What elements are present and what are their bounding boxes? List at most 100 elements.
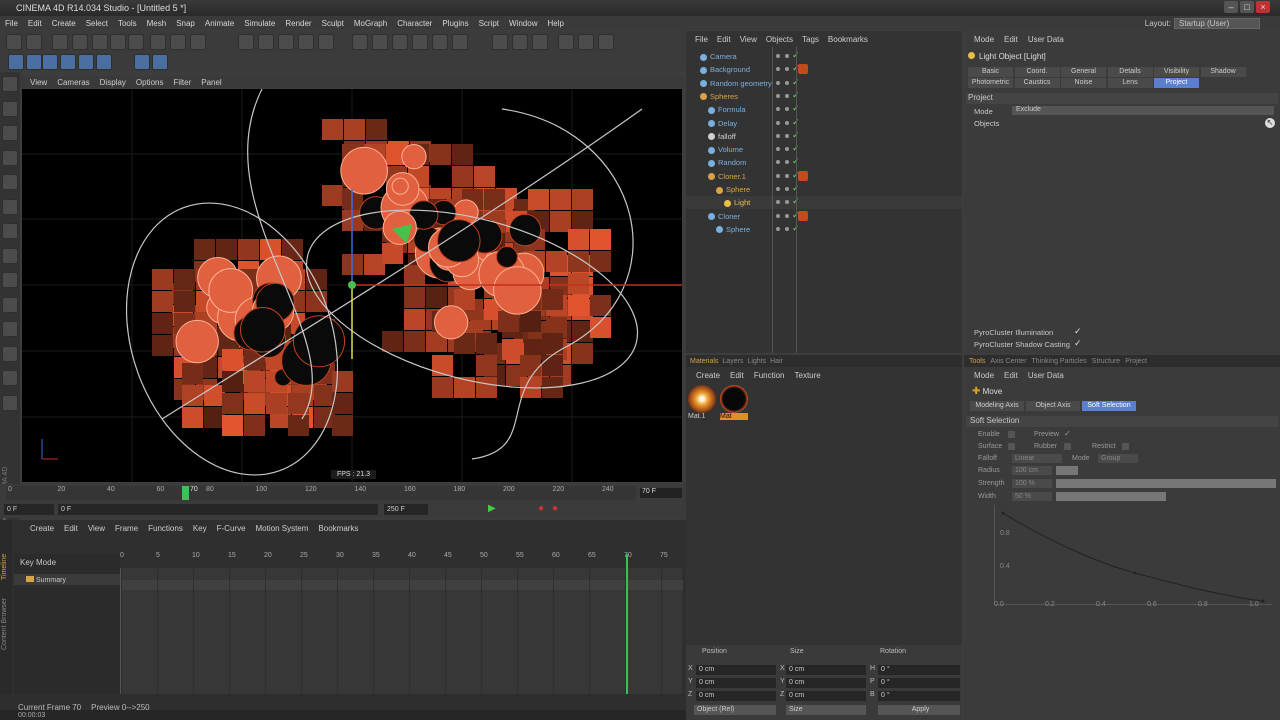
- attr-tab-photometric[interactable]: Photometric: [968, 78, 1013, 88]
- objects-list[interactable]: [1012, 117, 1274, 323]
- viewport-menu-options[interactable]: Options: [136, 78, 164, 87]
- tools-tab-tools[interactable]: Tools: [969, 358, 985, 365]
- toolbar-mode-icon[interactable]: [26, 54, 42, 70]
- render-dot[interactable]: [785, 133, 789, 138]
- material-tag-icon[interactable]: [798, 170, 808, 181]
- toolbar-mode-icon[interactable]: [96, 54, 112, 70]
- toolbar-button-icon[interactable]: [170, 34, 186, 50]
- viewport-menu-display[interactable]: Display: [100, 78, 126, 87]
- visibility-dot[interactable]: [776, 160, 780, 165]
- visibility-dot[interactable]: [776, 54, 780, 58]
- summary-track[interactable]: Summary: [14, 574, 120, 585]
- pyro-illumination-checkbox[interactable]: ✓: [1074, 326, 1082, 337]
- material-tab-hair[interactable]: Hair: [770, 358, 783, 365]
- toolbar-button-icon[interactable]: [558, 34, 574, 50]
- tools-menu-edit[interactable]: Edit: [1004, 371, 1018, 380]
- render-dot[interactable]: [785, 80, 789, 85]
- toolbar-button-icon[interactable]: [278, 34, 294, 50]
- toolbar-button-icon[interactable]: [190, 34, 206, 50]
- tools-tab-thinking-particles[interactable]: Thinking Particles: [1032, 358, 1087, 365]
- toolbar-mode-icon[interactable]: [42, 54, 58, 70]
- menu-character[interactable]: Character: [397, 19, 432, 28]
- mode-tool-icon[interactable]: [2, 247, 18, 264]
- object-row[interactable]: Sphere✓: [686, 183, 962, 196]
- layout-dropdown[interactable]: Startup (User): [1174, 18, 1260, 29]
- mode-tool-icon[interactable]: [2, 198, 18, 215]
- mode-tool-icon[interactable]: [2, 296, 18, 313]
- visibility-dot[interactable]: [776, 120, 780, 125]
- material-tab-materials[interactable]: Materials: [690, 358, 718, 365]
- width-field[interactable]: 50 %: [1012, 492, 1052, 501]
- attribute-menu-mode[interactable]: Mode: [974, 35, 994, 44]
- tool-subtab-modeling-axis[interactable]: Modeling Axis: [970, 401, 1024, 411]
- object-menu-file[interactable]: File: [695, 35, 708, 44]
- toolbar-button-icon[interactable]: [150, 34, 166, 50]
- toolbar-mode-icon[interactable]: [60, 54, 76, 70]
- timeline-ruler[interactable]: 70 0 20 40 60 80 100 120 140 160 180 200 220 240: [6, 486, 636, 500]
- rotation-field[interactable]: 0 °: [878, 665, 960, 675]
- size-field[interactable]: 0 cm: [786, 691, 866, 701]
- position-field[interactable]: 0 cm: [696, 678, 776, 688]
- material-tab-lights[interactable]: Lights: [747, 358, 766, 365]
- timeline-menu-functions[interactable]: Functions: [148, 524, 183, 533]
- toolbar-button-icon[interactable]: [598, 34, 614, 50]
- toolbar-button-icon[interactable]: [238, 34, 254, 50]
- object-row[interactable]: Cloner.1✓: [686, 170, 962, 183]
- toolbar-button-icon[interactable]: [26, 34, 42, 50]
- toolbar-button-icon[interactable]: [128, 34, 144, 50]
- toolbar-button-icon[interactable]: [372, 34, 388, 50]
- visibility-dot[interactable]: [776, 226, 780, 231]
- timeline-menu-frame[interactable]: Frame: [115, 524, 138, 533]
- mode-dropdown[interactable]: Exclude: [1012, 106, 1274, 115]
- mode-tool-icon[interactable]: [2, 370, 18, 386]
- visibility-dot[interactable]: [776, 187, 780, 191]
- mode-tool-icon[interactable]: [2, 223, 18, 239]
- toolbar-mode-icon[interactable]: [8, 54, 24, 70]
- object-menu-tags[interactable]: Tags: [802, 35, 819, 44]
- mode-tool-icon[interactable]: [2, 174, 18, 190]
- pick-icon[interactable]: ↖: [1265, 118, 1275, 128]
- playhead-line[interactable]: [626, 554, 628, 712]
- visibility-dot[interactable]: [776, 107, 780, 112]
- visibility-dot[interactable]: [776, 80, 780, 85]
- render-dot[interactable]: [785, 226, 789, 231]
- record-icon[interactable]: ●: [538, 503, 544, 514]
- menu-render[interactable]: Render: [285, 19, 311, 28]
- rotation-field[interactable]: 0 °: [878, 678, 960, 688]
- visibility-dot[interactable]: [776, 67, 780, 72]
- toolbar-button-icon[interactable]: [492, 34, 508, 50]
- viewport-menu-view[interactable]: View: [30, 78, 47, 87]
- mode-tool-icon[interactable]: [2, 394, 18, 411]
- object-row[interactable]: Camera✓: [686, 50, 962, 63]
- timeline-menu-f-curve[interactable]: F-Curve: [217, 524, 246, 533]
- toolbar-button-icon[interactable]: [258, 34, 274, 50]
- tool-subtab-soft-selection[interactable]: Soft Selection: [1082, 401, 1136, 411]
- tools-tab-axis-center[interactable]: Axis Center: [990, 358, 1026, 365]
- playhead-marker[interactable]: [182, 486, 189, 500]
- menu-simulate[interactable]: Simulate: [244, 19, 275, 28]
- attr-tab-coord[interactable]: Coord.: [1014, 67, 1060, 77]
- mode-tool-icon[interactable]: [2, 272, 18, 288]
- visibility-dot[interactable]: [776, 213, 780, 218]
- toolbar-button-icon[interactable]: [452, 34, 468, 50]
- tool-subtab-object-axis[interactable]: Object Axis: [1026, 401, 1080, 411]
- falloff-dropdown[interactable]: Linear: [1012, 454, 1062, 463]
- visibility-dot[interactable]: [776, 147, 780, 152]
- position-field[interactable]: 0 cm: [696, 691, 776, 701]
- play-icon[interactable]: ▶: [488, 503, 496, 514]
- viewport-menu-panel[interactable]: Panel: [201, 78, 221, 87]
- toolbar-button-icon[interactable]: [110, 34, 126, 50]
- toolbar-button-icon[interactable]: [412, 34, 428, 50]
- layout-selector[interactable]: Layout: Startup (User): [1145, 18, 1260, 29]
- falloff-graph[interactable]: [994, 505, 1272, 605]
- content-browser-side-tab[interactable]: Content Browser: [1, 598, 8, 650]
- viewport[interactable]: FPS : 21.3: [22, 89, 682, 482]
- mode-tool-icon[interactable]: [2, 345, 18, 362]
- coord-mode-dropdown[interactable]: Object (Rel): [694, 705, 776, 715]
- render-dot[interactable]: [785, 200, 789, 205]
- width-slider[interactable]: [1056, 492, 1166, 501]
- render-dot[interactable]: [785, 67, 789, 72]
- rubber-checkbox[interactable]: [1064, 443, 1071, 450]
- material-tag-icon[interactable]: [798, 210, 808, 221]
- object-menu-bookmarks[interactable]: Bookmarks: [828, 35, 868, 44]
